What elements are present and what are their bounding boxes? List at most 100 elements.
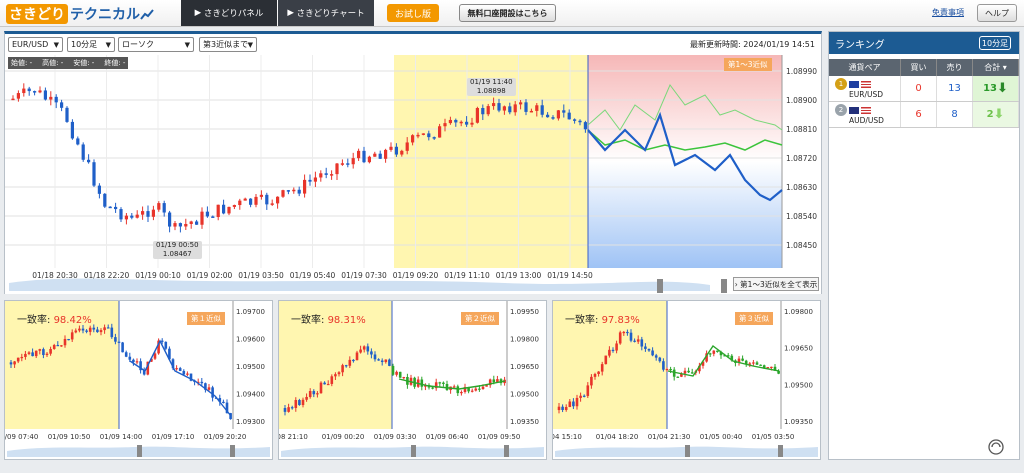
silver-medal-icon: 2 xyxy=(835,104,847,116)
timeframe-select[interactable]: 10分足 ▼ xyxy=(67,37,115,52)
candle-body xyxy=(132,359,135,363)
y-tick-label: 1.08450 xyxy=(786,241,817,250)
candle-body xyxy=(114,337,117,342)
candle-body xyxy=(431,387,434,389)
main-chart[interactable]: 1.08990 1.08900 1.08810 1.08720 1.08630 1.085… xyxy=(5,55,821,294)
candle-body xyxy=(38,90,42,93)
candle-body xyxy=(651,350,654,356)
candle-body xyxy=(568,401,572,408)
candle-body xyxy=(357,150,361,159)
candle-body xyxy=(74,330,78,333)
candle-body xyxy=(189,221,193,224)
candle-body xyxy=(575,397,579,407)
candle-body xyxy=(662,361,665,370)
ranking-row[interactable]: 2 AUD/USD 6 8 2 ⬇ xyxy=(829,102,1019,128)
y-tick-label: 1.08810 xyxy=(786,125,817,134)
col-pair[interactable]: 通貨ペア xyxy=(829,59,901,76)
candle-body xyxy=(561,406,564,410)
candle-body xyxy=(117,341,121,343)
y-tick-label: 1.08990 xyxy=(786,67,817,76)
x-tick-label: 01/04 21:30 xyxy=(648,433,691,441)
row-sell: 13 xyxy=(937,76,973,101)
candle-body xyxy=(92,162,96,186)
open-account-button[interactable]: 無料口座開設はこちら xyxy=(459,4,556,22)
candle-body xyxy=(216,204,220,218)
candle-body xyxy=(373,153,377,157)
approx-panel-1[interactable]: 1.09700 1.09600 1.09500 1.09400 1.09300 01/09… xyxy=(4,300,273,460)
candle-body xyxy=(238,200,242,206)
candle-body xyxy=(294,400,298,408)
low-tooltip-price: 1.08467 xyxy=(162,250,192,258)
candle-body xyxy=(344,365,348,367)
candle-body xyxy=(20,356,24,359)
candle-body xyxy=(31,352,34,357)
ranking-row[interactable]: 1 EUR/USD 0 13 13 ⬇ xyxy=(829,76,1019,102)
low-tooltip: 01/19 00:50 1.08467 xyxy=(153,241,202,259)
navigator-handle xyxy=(137,445,142,457)
x-tick-label: 01/19 13:00 xyxy=(496,271,542,280)
candle-body xyxy=(334,374,337,377)
candle-body xyxy=(378,153,382,159)
x-tick-label: 01/09 20:20 xyxy=(204,433,247,441)
app-logo[interactable]: さきどり テクニカル xyxy=(6,4,154,24)
chevron-down-icon: ▼ xyxy=(247,41,253,49)
y-tick-label: 1.09800 xyxy=(510,336,539,344)
candle-body xyxy=(367,156,371,163)
ranking-header: ランキング 10分足 xyxy=(829,32,1019,54)
help-button[interactable]: ヘルプ xyxy=(977,4,1017,22)
approx-panel-3[interactable]: 1.09800 1.09650 1.09500 1.09350/04 15:10 01/… xyxy=(552,300,821,460)
candle-body xyxy=(400,150,404,155)
candle-body xyxy=(384,149,388,159)
candle-body xyxy=(281,190,285,197)
trial-badge[interactable]: お試し版 xyxy=(387,4,439,22)
navigator-handle xyxy=(778,445,783,457)
candle-body xyxy=(128,356,132,360)
logo-part2: テクニカル xyxy=(70,7,140,23)
candle-body xyxy=(319,382,323,394)
disclaimer-link[interactable]: 免責事項 xyxy=(932,7,964,18)
pair-select[interactable]: EUR/USD ▼ xyxy=(8,37,63,52)
candle-body xyxy=(590,376,593,386)
tab-chart[interactable]: ▶ さきどりチャート xyxy=(278,0,374,26)
candle-body xyxy=(211,387,214,398)
col-total[interactable]: 合計 ▾ xyxy=(973,59,1019,76)
candle-body xyxy=(492,103,496,107)
candle-body xyxy=(305,396,308,400)
candle-body xyxy=(135,214,139,218)
col-sell[interactable]: 売り xyxy=(937,59,973,76)
match-rate-label: 一致率: xyxy=(291,315,325,326)
candle-body xyxy=(355,352,359,361)
candle-body xyxy=(70,121,74,139)
approx-select[interactable]: 第3近似まで ▼ xyxy=(199,37,257,52)
high-tooltip-time: 01/19 11:40 xyxy=(470,78,513,86)
x-tick-label: 01/05 00:40 xyxy=(700,433,743,441)
col-buy[interactable]: 買い xyxy=(901,59,937,76)
show-all-approx-button[interactable]: › 第1〜3近似を全て表示 xyxy=(733,277,819,291)
candle-body xyxy=(579,395,582,398)
ranking-timeframe-button[interactable]: 10分足 xyxy=(979,36,1011,50)
chart-type-select[interactable]: ローソク ▼ xyxy=(118,37,194,52)
match-rate-value: 97.83% xyxy=(601,315,640,326)
candle-body xyxy=(352,359,355,362)
candle-body xyxy=(394,146,398,155)
approx-badge: 第２近似 xyxy=(461,312,499,325)
candle-body xyxy=(42,349,45,356)
tab-panel[interactable]: ▶ さきどりパネル xyxy=(181,0,277,26)
candle-body xyxy=(567,112,571,120)
y-tick-label: 1.08900 xyxy=(786,96,817,105)
match-rate-label: 一致率: xyxy=(565,315,599,326)
candle-body xyxy=(270,203,274,205)
x-tick-label: 01/09 06:40 xyxy=(426,433,469,441)
navigator-handle xyxy=(411,445,416,457)
candle-body xyxy=(297,189,301,194)
approx-panel-2[interactable]: 1.09950 1.09800 1.09650 1.09500 1.09350/08 2… xyxy=(278,300,547,460)
candle-body xyxy=(88,327,92,332)
candle-body xyxy=(708,353,712,355)
x-tick-label: 01/19 07:30 xyxy=(341,271,387,280)
candle-body xyxy=(416,134,420,137)
candle-body xyxy=(195,221,199,225)
row-buy: 6 xyxy=(901,102,937,127)
candle-body xyxy=(60,102,64,108)
candle-body xyxy=(665,368,669,371)
candle-body xyxy=(103,193,107,207)
